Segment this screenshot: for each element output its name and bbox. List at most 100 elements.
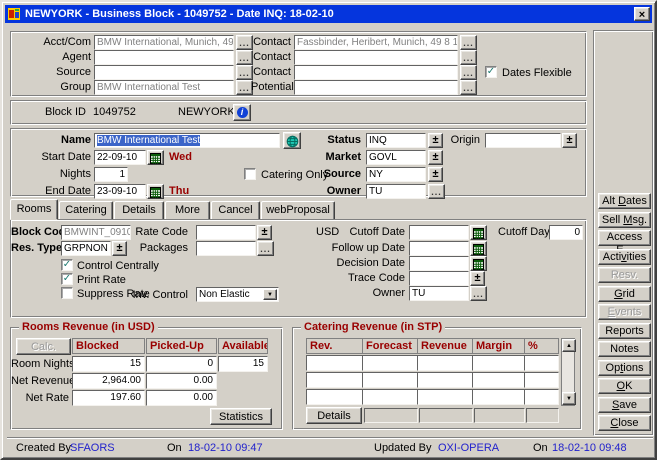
details-button[interactable]: Details — [306, 407, 362, 424]
catering-cell — [524, 355, 559, 371]
row-label-room-nights: Room Nights — [11, 358, 69, 371]
tab-details[interactable]: Details — [114, 201, 164, 220]
print-rate-checkbox[interactable]: ✓ — [61, 273, 73, 285]
scroll-up-icon[interactable]: ▲ — [562, 339, 576, 352]
contact3-field[interactable] — [294, 65, 458, 80]
catering-total-cell — [364, 408, 418, 423]
origin-lov-button[interactable]: ± — [562, 133, 577, 148]
close-window-button[interactable]: × — [634, 7, 650, 21]
cutoff-date-field[interactable] — [409, 225, 469, 240]
inv-control-value: Non Elastic — [199, 289, 250, 300]
tab-catering[interactable]: Catering — [59, 201, 113, 220]
catering-only-checkbox[interactable] — [244, 168, 256, 180]
status-lov-button[interactable]: ± — [428, 133, 443, 148]
trace-code-lov-button[interactable]: ± — [470, 271, 485, 286]
status-field[interactable]: INQ — [366, 133, 426, 148]
contact2-ellipsis-button[interactable]: ... — [460, 50, 477, 65]
access-excl-button[interactable]: Access E... — [598, 230, 651, 246]
catering-total-cell — [419, 408, 473, 423]
close-button[interactable]: Close — [598, 415, 651, 431]
inv-control-combo[interactable]: Non Elastic ▼ — [196, 287, 279, 302]
notes-button[interactable]: Notes — [598, 341, 651, 357]
name-field[interactable]: BMW International Test — [94, 133, 280, 148]
rooms-owner-ellipsis-button[interactable]: ... — [470, 286, 487, 301]
statistics-button[interactable]: Statistics — [210, 408, 272, 425]
market-label: Market — [301, 151, 361, 164]
market-lov-button[interactable]: ± — [428, 150, 443, 165]
check-icon: ✓ — [486, 67, 496, 77]
origin-field[interactable] — [485, 133, 561, 148]
tab-rooms[interactable]: Rooms — [10, 199, 58, 220]
source-field[interactable]: NY — [366, 167, 426, 182]
packages-field[interactable] — [196, 241, 256, 256]
block-code-label: Block Code — [11, 226, 57, 239]
end-day-label: Thu — [169, 185, 189, 198]
res-type-lov-button[interactable]: ± — [112, 241, 127, 256]
name-selected-text: BMW International Test — [97, 135, 200, 146]
tab-cancel[interactable]: Cancel — [211, 201, 260, 220]
catering-cell — [306, 355, 363, 371]
suppress-rate-checkbox[interactable] — [61, 287, 73, 299]
source-acct-field[interactable] — [94, 65, 234, 80]
chevron-down-icon[interactable]: ▼ — [263, 289, 277, 300]
catering-cell — [362, 372, 418, 388]
acct-com-field: BMW International, Munich, 49 8 215 6 — [94, 35, 234, 50]
start-date-field[interactable]: 22-09-10 — [94, 150, 146, 165]
end-date-calendar-button[interactable] — [147, 184, 164, 199]
res-type-label: Res. Type — [11, 242, 57, 255]
source-label: Source — [301, 168, 361, 181]
sell-msg-button[interactable]: Sell Msg. — [598, 212, 651, 228]
source-lov-button[interactable]: ± — [428, 167, 443, 182]
potential-ellipsis-button[interactable]: ... — [460, 80, 477, 95]
grid-button[interactable]: Grid — [598, 286, 651, 302]
block-id-label: Block ID — [29, 106, 86, 119]
owner-label: Owner — [301, 185, 361, 198]
market-field[interactable]: GOVL — [366, 150, 426, 165]
packages-ellipsis-button[interactable]: ... — [257, 241, 274, 256]
owner-field[interactable]: TU — [366, 184, 426, 199]
catering-revenue-title: Catering Revenue (in STP) — [301, 321, 445, 333]
tab-webproposal[interactable]: webProposal — [261, 201, 335, 220]
options-button[interactable]: Options — [598, 360, 651, 376]
rooms-owner-field[interactable]: TU — [409, 286, 469, 301]
end-date-field[interactable]: 23-09-10 — [94, 184, 146, 199]
decision-date-field[interactable] — [409, 256, 469, 271]
control-centrally-checkbox[interactable]: ✓ — [61, 259, 73, 271]
dates-flexible-checkbox[interactable]: ✓ — [485, 66, 497, 78]
save-button[interactable]: Save — [598, 397, 651, 413]
end-date-label: End Date — [13, 185, 91, 198]
contact1-ellipsis-button[interactable]: ... — [460, 35, 477, 50]
decision-date-calendar-button[interactable] — [470, 256, 487, 271]
contact2-field[interactable] — [294, 50, 458, 65]
follow-up-date-calendar-button[interactable] — [470, 241, 487, 256]
contact3-ellipsis-button[interactable]: ... — [460, 65, 477, 80]
tab-more[interactable]: More — [165, 201, 210, 220]
follow-up-date-field[interactable] — [409, 241, 469, 256]
column-header-blocked: Blocked — [72, 338, 145, 354]
res-type-field[interactable]: GRPNON — [61, 241, 111, 256]
created-on-label: On — [167, 442, 182, 455]
check-icon: ✓ — [62, 260, 72, 270]
translate-button[interactable] — [283, 132, 301, 149]
rate-code-field[interactable] — [196, 225, 256, 240]
potential-field[interactable] — [294, 80, 458, 95]
cutoff-days-field[interactable]: 0 — [549, 225, 583, 240]
alt-dates-button[interactable]: Alt Dates — [598, 193, 651, 209]
property-info-button[interactable]: i — [233, 104, 251, 121]
source-acct-label: Source — [13, 66, 91, 79]
start-date-calendar-button[interactable] — [147, 150, 164, 165]
owner-ellipsis-button[interactable]: ... — [428, 184, 445, 199]
trace-code-field[interactable] — [409, 271, 469, 286]
nights-field[interactable]: 1 — [94, 167, 128, 182]
cutoff-date-calendar-button[interactable] — [470, 225, 487, 240]
block-id-section: Block ID 1049752 NEWYORK i — [10, 100, 587, 125]
updated-on-value: 18-02-10 09:48 — [552, 442, 627, 455]
catering-scrollbar[interactable]: ▲ ▼ — [561, 338, 575, 406]
scroll-down-icon[interactable]: ▼ — [562, 392, 576, 405]
reports-button[interactable]: Reports — [598, 323, 651, 339]
agent-field[interactable] — [94, 50, 234, 65]
activities-button[interactable]: Activities — [598, 249, 651, 265]
ok-button[interactable]: OK — [598, 378, 651, 394]
rate-code-lov-button[interactable]: ± — [257, 225, 272, 240]
row-label-net-rate: Net Rate — [11, 392, 69, 405]
